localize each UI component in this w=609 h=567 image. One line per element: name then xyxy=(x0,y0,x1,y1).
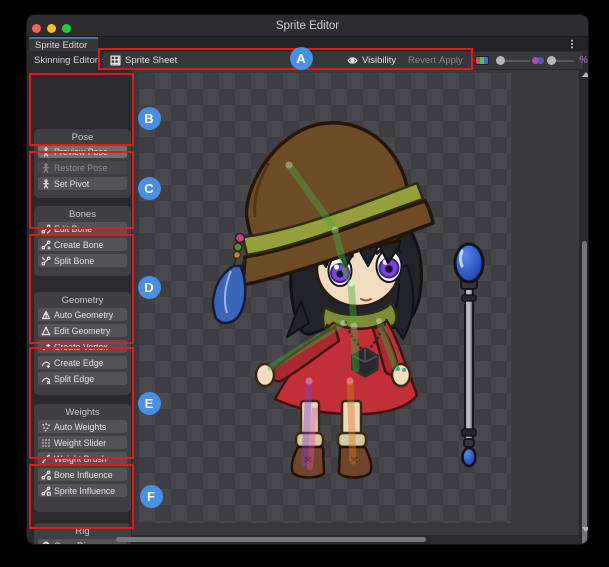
button-label: Auto Weights xyxy=(54,422,106,432)
edit-geometry-icon xyxy=(41,326,51,336)
bone-influence-button[interactable]: Bone Influence xyxy=(38,468,127,481)
sprite-sheet-icon xyxy=(110,55,121,66)
create-bone-button[interactable]: Create Bone xyxy=(38,238,127,251)
vertical-scrollbar-thumb[interactable] xyxy=(582,241,587,545)
sprite-sheet-label: Sprite Sheet xyxy=(125,55,177,66)
button-label: Auto Geometry xyxy=(54,310,113,320)
revert-button: Revert xyxy=(408,52,436,69)
button-label: Edit Geometry xyxy=(54,326,110,336)
auto-geometry-button[interactable]: Auto Geometry xyxy=(38,308,127,321)
restore-pose-button: Restore Pose xyxy=(38,161,127,174)
button-label: Preview Pose xyxy=(54,147,108,157)
create-edge-button[interactable]: Create Edge xyxy=(38,356,127,369)
weight-slider-button[interactable]: Weight Slider xyxy=(38,436,127,449)
restore-pose-icon xyxy=(41,163,51,173)
edit-bone-icon xyxy=(41,224,51,234)
tab-bar: Sprite Editor xyxy=(27,37,588,51)
weight-slider-icon xyxy=(41,438,51,448)
create-vertex-icon xyxy=(41,342,51,352)
set-pivot-button[interactable]: Set Pivot xyxy=(38,177,127,190)
scroll-up-icon[interactable] xyxy=(582,72,590,77)
mode-dropdown-label: Skinning Editor xyxy=(34,55,98,66)
sprite-sheet-button[interactable]: Sprite Sheet xyxy=(110,52,177,69)
vertical-scrollbar[interactable] xyxy=(579,125,589,545)
panel-title: Pose xyxy=(34,129,131,145)
apply-label: Apply xyxy=(439,55,463,66)
slider-knob[interactable] xyxy=(547,56,556,65)
create-vertex-button[interactable]: Create Vertex xyxy=(38,340,127,353)
bone-color-icon xyxy=(532,57,544,65)
set-pivot-icon xyxy=(41,179,51,189)
edit-bone-button[interactable]: Edit Bone xyxy=(38,222,127,235)
split-edge-icon xyxy=(41,374,51,384)
sidebar: Pose Preview Pose Restore Pose Set Pivot Bon… xyxy=(27,70,132,535)
button-label: Create Edge xyxy=(54,358,103,368)
auto-weights-icon xyxy=(41,422,51,432)
panel-title: Weights xyxy=(34,404,131,420)
mode-dropdown[interactable]: Skinning Editor xyxy=(30,53,112,68)
panel-bones: Bones Edit Bone Create Bone Split Bone xyxy=(34,206,131,276)
button-label: Set Pivot xyxy=(54,179,89,189)
percent-icon: % xyxy=(579,55,588,66)
split-bone-button[interactable]: Split Bone xyxy=(38,254,127,267)
split-edge-button[interactable]: Split Edge xyxy=(38,372,127,385)
weight-brush-button[interactable]: Weight Brush xyxy=(38,452,127,465)
panel-title: Bones xyxy=(34,206,131,222)
eye-icon xyxy=(347,55,358,66)
sprite-opacity-slider[interactable] xyxy=(496,52,530,69)
bone-opacity-slider[interactable] xyxy=(547,52,574,69)
button-label: Create Bone xyxy=(54,240,103,250)
staff-art xyxy=(455,244,483,466)
button-label: Sprite Influence xyxy=(54,486,115,496)
sprite-influence-button[interactable]: Sprite Influence xyxy=(38,484,127,497)
button-label: Restore Pose xyxy=(54,163,107,173)
button-label: Bone Influence xyxy=(54,470,113,480)
editor-content: Pose Preview Pose Restore Pose Set Pivot Bon… xyxy=(27,70,589,535)
title-bar[interactable]: Sprite Editor xyxy=(27,15,588,37)
apply-button: Apply xyxy=(439,52,463,69)
character-sprite-art xyxy=(139,73,511,523)
visibility-button[interactable]: Visibility xyxy=(347,52,396,69)
sprite-color-toggle[interactable] xyxy=(475,56,489,65)
tab-sprite-editor[interactable]: Sprite Editor xyxy=(29,37,98,51)
panel-pose: Pose Preview Pose Restore Pose Set Pivot xyxy=(34,129,131,198)
skinning-toolbar: Skinning Editor Sprite Sheet Visibility … xyxy=(27,51,588,70)
sprite-influence-icon xyxy=(41,486,51,496)
window-title: Sprite Editor xyxy=(27,20,588,32)
panel-weights: Weights Auto Weights Weight Slider Weight B… xyxy=(34,404,131,512)
button-label: Weight Brush xyxy=(54,454,107,464)
button-label: Split Edge xyxy=(54,374,94,384)
bone-influence-icon xyxy=(41,470,51,480)
slider-knob[interactable] xyxy=(496,56,505,65)
button-label: Split Bone xyxy=(54,256,94,266)
horizontal-scrollbar[interactable] xyxy=(27,535,579,545)
weight-brush-icon xyxy=(41,454,51,464)
button-label: Create Vertex xyxy=(54,342,108,352)
preview-pose-button[interactable]: Preview Pose xyxy=(38,145,127,158)
create-bone-icon xyxy=(41,240,51,250)
panel-geometry: Geometry Auto Geometry Edit Geometry Create… xyxy=(34,292,131,395)
auto-geometry-icon xyxy=(41,310,51,320)
revert-label: Revert xyxy=(408,55,436,66)
auto-weights-button[interactable]: Auto Weights xyxy=(38,420,127,433)
preview-pose-icon xyxy=(41,147,51,157)
button-label: Weight Slider xyxy=(54,438,106,448)
scroll-down-icon[interactable] xyxy=(582,527,590,532)
visibility-label: Visibility xyxy=(362,55,396,66)
sprite-canvas[interactable] xyxy=(132,70,579,535)
sprite-editor-window: Sprite Editor Sprite Editor Skinning Edi… xyxy=(26,14,589,545)
panel-title: Geometry xyxy=(34,292,131,308)
sprite-texture xyxy=(139,73,511,523)
edit-geometry-button[interactable]: Edit Geometry xyxy=(38,324,127,337)
split-bone-icon xyxy=(41,256,51,266)
create-edge-icon xyxy=(41,358,51,368)
toolbar-strip: Sprite Sheet Visibility Revert Apply xyxy=(103,52,583,69)
more-options-icon[interactable] xyxy=(567,38,577,50)
button-label: Edit Bone xyxy=(54,224,92,234)
horizontal-scrollbar-thumb[interactable] xyxy=(116,537,426,542)
